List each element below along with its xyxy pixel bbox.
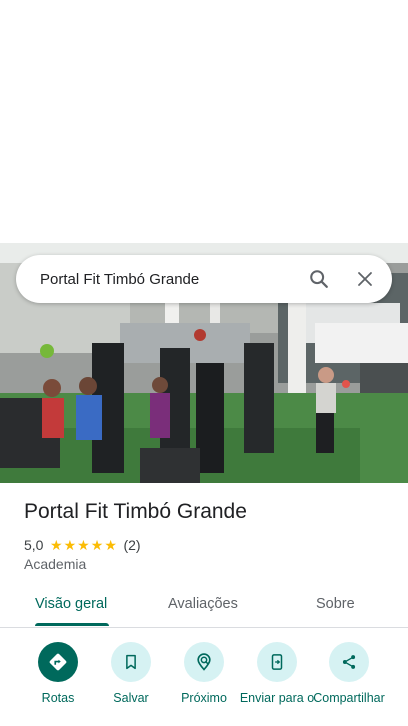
star-icon: ★ — [104, 537, 117, 553]
star-icon: ★ — [77, 537, 90, 553]
active-tab-indicator — [35, 623, 109, 626]
star-icon: ★ — [63, 537, 77, 553]
search-bar[interactable]: Portal Fit Timbó Grande — [16, 255, 392, 303]
directions-icon — [38, 642, 78, 682]
rating-row[interactable]: 5,0 ★ ★ ★ ★ ★ (2) — [24, 536, 141, 554]
map-blank-area[interactable] — [0, 0, 408, 243]
review-count: (2) — [123, 537, 141, 553]
place-name: Portal Fit Timbó Grande — [24, 500, 247, 523]
search-icon[interactable] — [299, 259, 339, 299]
share-icon — [329, 642, 369, 682]
tab-overview[interactable]: Visão geral — [35, 596, 107, 612]
send-to-phone-label: Enviar para o — [239, 691, 315, 705]
directions-button[interactable]: Rotas — [18, 642, 98, 706]
save-label: Salvar — [113, 691, 149, 705]
action-buttons-row: Rotas Salvar Próximo Enviar para o Compa… — [0, 640, 408, 726]
place-category: Academia — [24, 556, 87, 572]
bookmark-icon — [111, 642, 151, 682]
tab-reviews[interactable]: Avaliações — [168, 596, 238, 612]
rating-stars: ★ ★ ★ ★ ★ — [49, 538, 117, 552]
send-to-phone-icon — [257, 642, 297, 682]
nearby-icon — [184, 642, 224, 682]
directions-label: Rotas — [41, 691, 75, 705]
send-to-phone-button[interactable]: Enviar para o — [237, 642, 317, 706]
star-icon: ★ — [90, 537, 104, 553]
tab-about[interactable]: Sobre — [316, 596, 355, 612]
share-button[interactable]: Compartilhar — [309, 642, 389, 706]
place-tabs: Visão geral Avaliações Sobre — [0, 584, 408, 628]
close-icon[interactable] — [345, 259, 385, 299]
star-icon: ★ — [49, 537, 63, 553]
place-details-screen: Portal Fit Timbó Grande Portal Fit Timbó… — [0, 0, 408, 726]
save-button[interactable]: Salvar — [91, 642, 171, 706]
search-query[interactable]: Portal Fit Timbó Grande — [40, 271, 299, 288]
nearby-button[interactable]: Próximo — [164, 642, 244, 706]
nearby-label: Próximo — [181, 691, 227, 705]
rating-value: 5,0 — [24, 537, 44, 553]
share-label: Compartilhar — [313, 691, 385, 705]
